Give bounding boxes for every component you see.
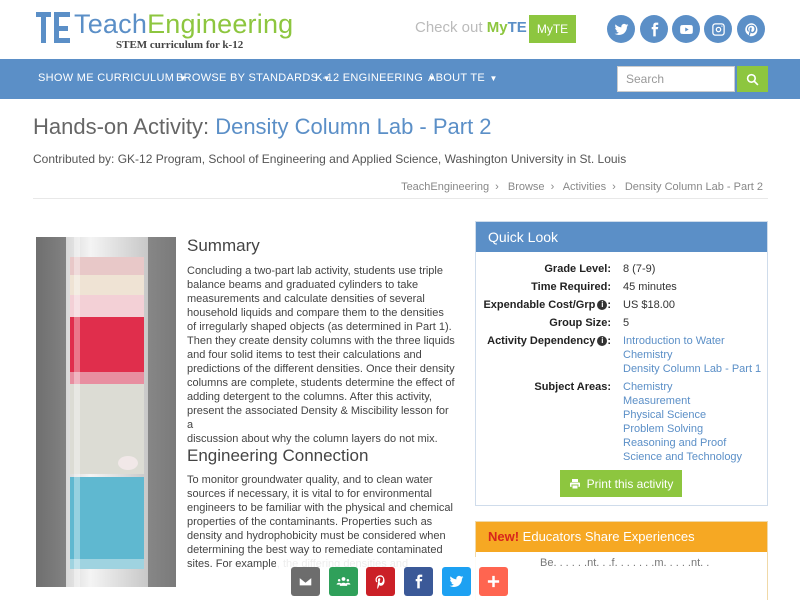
breadcrumb-item[interactable]: TeachEngineering <box>401 181 489 193</box>
quick-look-heading: Quick Look <box>476 222 767 252</box>
info-icon[interactable]: i <box>597 336 608 347</box>
nav-browse-by-standards[interactable]: BROWSE BY STANDARDS ▼ <box>176 72 331 84</box>
contributed-by: Contributed by: GK-12 Program, School of… <box>33 152 627 166</box>
site-logo[interactable]: TeachEngineering STEM curriculum for k-1… <box>36 10 293 51</box>
breadcrumb: TeachEngineering › Browse › Activities › De… <box>401 181 763 193</box>
twitter-share-button[interactable] <box>442 567 471 596</box>
logo-tagline: STEM curriculum for k-12 <box>116 39 244 51</box>
facebook-share-button[interactable] <box>404 567 433 596</box>
breadcrumb-item[interactable]: Activities <box>563 181 606 193</box>
myte-button[interactable]: MyTE <box>529 15 576 43</box>
email-icon <box>298 576 313 587</box>
logo-mark-icon <box>36 10 70 44</box>
nav-show-me-curriculum[interactable]: SHOW ME CURRICULUM ▼ <box>38 72 187 84</box>
twitter-icon[interactable] <box>607 15 635 43</box>
dependency-link[interactable]: Chemistry <box>623 348 761 362</box>
dependency-link[interactable]: Density Column Lab - Part 1 <box>623 362 761 376</box>
chevron-down-icon: ▼ <box>487 74 498 83</box>
plus-icon <box>487 575 500 588</box>
subject-link[interactable]: Reasoning and Proof <box>623 436 742 450</box>
educators-share-heading: New! Educators Share Experiences <box>476 522 767 552</box>
breadcrumb-item[interactable]: Browse <box>508 181 545 193</box>
info-icon[interactable]: i <box>597 300 608 311</box>
facebook-icon <box>415 574 423 589</box>
summary-heading: Summary <box>187 236 260 255</box>
divider <box>33 198 768 199</box>
print-activity-button[interactable]: Print this activity <box>560 470 682 497</box>
print-icon <box>569 478 580 489</box>
summary-text: Concluding a two-part lab activity, stud… <box>187 265 455 445</box>
search-button[interactable] <box>737 66 768 92</box>
pinterest-icon[interactable] <box>737 15 765 43</box>
density-column-photo <box>36 237 176 587</box>
breadcrumb-item[interactable]: Density Column Lab - Part 2 <box>625 181 763 193</box>
subject-link[interactable]: Measurement <box>623 394 742 408</box>
subject-link[interactable]: Chemistry <box>623 380 742 394</box>
search-input[interactable] <box>617 66 735 92</box>
facebook-icon[interactable] <box>640 15 668 43</box>
nav-k12-engineering[interactable]: K-12 ENGINEERING ▼ <box>315 72 436 84</box>
search-icon <box>746 73 759 85</box>
site-header: TeachEngineering STEM curriculum for k-1… <box>0 0 800 58</box>
google-classroom-share-button[interactable] <box>329 567 358 596</box>
educators-share-text: Be. . . . . .nt. . .f. . . . . . .m. . .… <box>540 557 710 569</box>
dependency-link[interactable]: Introduction to Water <box>623 334 761 348</box>
subject-link[interactable]: Problem Solving <box>623 422 742 436</box>
classroom-icon <box>336 577 351 586</box>
instagram-icon[interactable] <box>704 15 732 43</box>
subject-link[interactable]: Science and Technology <box>623 450 742 464</box>
pinterest-icon <box>375 575 385 589</box>
pinterest-share-button[interactable] <box>366 567 395 596</box>
checkout-myte-text: Check out MyTE <box>415 19 527 36</box>
youtube-icon[interactable] <box>672 15 700 43</box>
nav-about-te[interactable]: ABOUT TE ▼ <box>428 72 498 84</box>
subject-link[interactable]: Physical Science <box>623 408 742 422</box>
email-share-button[interactable] <box>291 567 320 596</box>
twitter-icon <box>449 575 464 587</box>
logo-name: TeachEngineering <box>74 9 294 39</box>
page-title: Hands-on Activity: Density Column Lab - … <box>33 114 492 139</box>
more-share-button[interactable] <box>479 567 508 596</box>
engineering-connection-heading: Engineering Connection <box>187 446 369 465</box>
